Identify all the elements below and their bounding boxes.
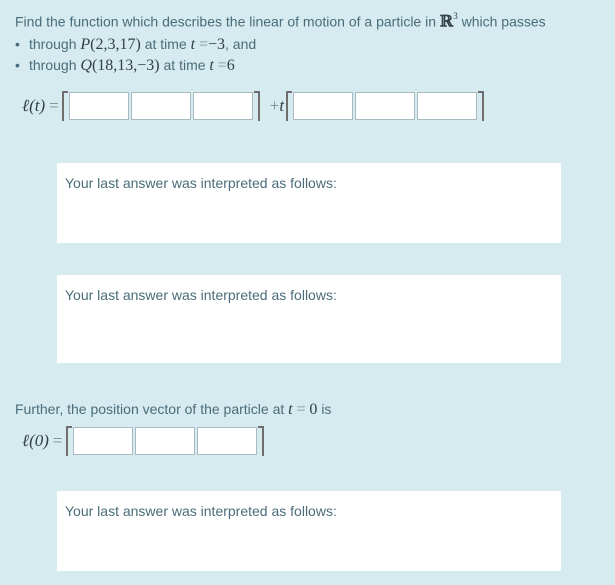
point-coords: (18,13,−3) (91, 57, 160, 74)
point-name: Q (80, 57, 92, 74)
left-bracket-icon (61, 91, 68, 121)
interpretation-label: Your last answer was interpreted as foll… (65, 503, 337, 519)
interpretation-panel: Your last answer was interpreted as foll… (57, 491, 561, 571)
interpretation-panel: Your last answer was interpreted as foll… (57, 163, 561, 243)
interpretation-label: Your last answer was interpreted as foll… (65, 287, 337, 303)
condition-item-q: • through Q (18,13,−3) at time t = 6 (15, 55, 256, 76)
position-y-input[interactable] (134, 427, 195, 455)
plus-t-term: +t (270, 96, 284, 116)
time-variable: t (279, 96, 285, 115)
condition-trailing: , and (225, 36, 257, 52)
equals-sign: = (52, 431, 63, 450)
right-bracket-icon (257, 426, 264, 456)
position-function-label: ℓ(0) (22, 431, 49, 450)
direction-x-input[interactable] (293, 92, 354, 120)
direction-z-input[interactable] (417, 92, 478, 120)
bullet-icon: • (15, 57, 20, 73)
time-value: 0 (309, 401, 318, 418)
left-bracket-icon (65, 426, 72, 456)
time-variable: t (190, 36, 196, 53)
condition-through: through (29, 57, 77, 73)
further-prefix: Further, the position vector of the part… (15, 401, 285, 417)
equals-sign: = (217, 57, 227, 74)
point-y-input[interactable] (130, 92, 191, 120)
further-prompt: Further, the position vector of the part… (15, 400, 331, 419)
interpretation-label: Your last answer was interpreted as foll… (65, 175, 337, 191)
space-exponent: 3 (453, 11, 458, 21)
point-coords: (2,3,17) (90, 36, 141, 53)
condition-through: through (29, 36, 77, 52)
time-value: 6 (226, 57, 235, 74)
time-value: −3 (207, 36, 226, 53)
position-x-input[interactable] (72, 427, 133, 455)
position-z-input[interactable] (196, 427, 257, 455)
conditions-list: • through P (2,3,17) at time t = −3, and •… (15, 34, 256, 76)
prompt-prefix: Find the function which describes the li… (15, 13, 437, 30)
bullet-icon: • (15, 36, 20, 52)
point-name: P (80, 36, 91, 53)
condition-item-p: • through P (2,3,17) at time t = −3, and (15, 34, 256, 55)
time-variable: t (209, 57, 214, 74)
equals-sign: = (296, 401, 306, 418)
time-variable: t (288, 401, 293, 418)
direction-y-input[interactable] (355, 92, 416, 120)
equals-sign: = (49, 96, 59, 115)
point-x-input[interactable] (68, 92, 129, 120)
real-space-symbol: ℝ (439, 11, 454, 31)
point-z-input[interactable] (192, 92, 253, 120)
equals-sign: = (198, 36, 208, 53)
line-function-label: ℓ(t) (22, 96, 46, 115)
line-equation-row: ℓ(t) = +t (22, 91, 485, 121)
condition-at-time: at time (144, 36, 187, 52)
condition-at-time: at time (163, 57, 206, 73)
further-suffix: is (321, 401, 332, 417)
position-equation-row: ℓ(0) = (22, 426, 264, 456)
right-bracket-icon (253, 91, 260, 121)
right-bracket-icon (478, 91, 485, 121)
interpretation-panel: Your last answer was interpreted as foll… (57, 275, 561, 363)
left-bracket-icon (286, 91, 293, 121)
plus-sign: + (269, 96, 280, 115)
question-prompt: Find the function which describes the li… (15, 9, 605, 31)
prompt-suffix: which passes (461, 13, 546, 30)
